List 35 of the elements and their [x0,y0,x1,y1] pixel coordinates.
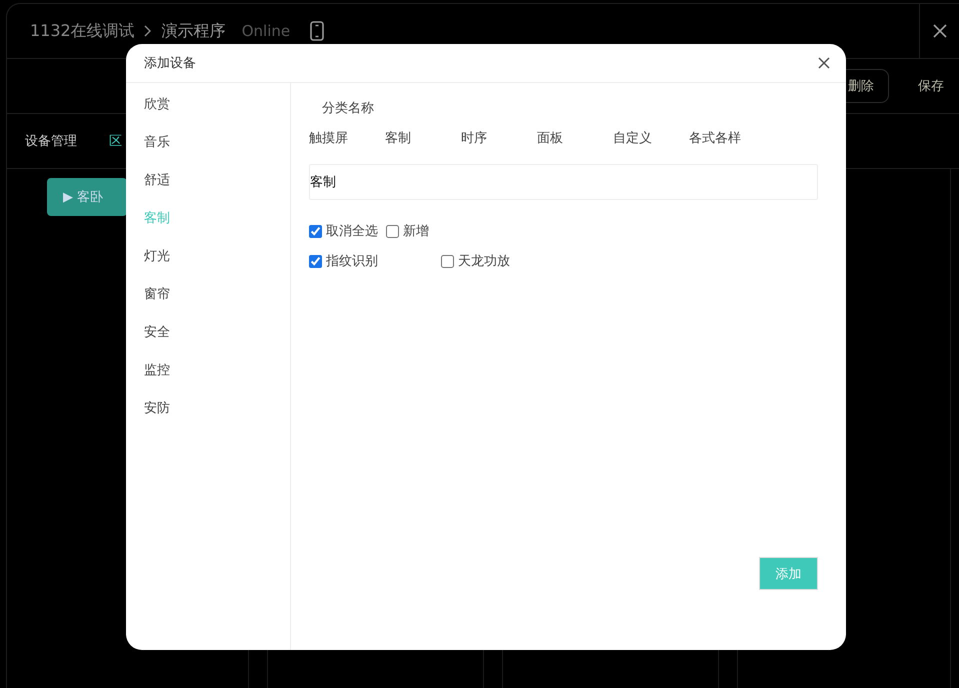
sidebar-item[interactable]: 音乐 [144,133,170,152]
category-item[interactable]: 自定义 [613,129,689,147]
name-field[interactable]: 客制 [309,164,818,200]
category-label: 分类名称 [322,100,374,117]
category-item[interactable]: 各式各样 [689,129,765,147]
checkbox[interactable] [309,254,322,268]
breadcrumb-link[interactable]: 1132在线调试 [30,20,135,42]
tab[interactable]: 设备管理 [25,132,77,150]
checkbox-label: 天龙功放 [458,253,510,270]
dialog-title: 添加设备 [144,55,196,72]
checkbox[interactable] [309,224,322,238]
checkbox[interactable] [386,224,399,238]
status-text: Online [242,22,290,40]
sidebar-item[interactable]: 监控 [144,361,170,380]
sidebar-item[interactable]: 窗帘 [144,285,170,304]
tab[interactable]: 区 [109,132,122,150]
sidebar-item[interactable]: 欣赏 [144,95,170,114]
category-item[interactable]: 时序 [461,129,537,147]
chevron-icon [142,25,152,37]
category-item[interactable]: 客制 [385,129,461,147]
checkbox-label: 新增 [403,223,429,240]
checkbox[interactable] [441,254,454,268]
sidebar-item[interactable]: 灯光 [144,247,170,266]
save-button[interactable]: 保存 [903,69,959,103]
category-item[interactable]: 面板 [537,129,613,147]
close-icon[interactable] [932,24,946,38]
program-title: 演示程序 [162,20,226,42]
sidebar-item[interactable]: 安防 [144,399,170,418]
checkbox-label: 指纹识别 [326,253,378,270]
phone-icon[interactable] [310,21,324,41]
category-item[interactable]: 触摸屏 [309,129,385,147]
checkbox-label: 取消全选 [326,223,378,240]
close-icon[interactable] [818,57,830,69]
sidebar-item[interactable]: 舒适 [144,171,170,190]
sidebar-item[interactable]: 安全 [144,323,170,342]
